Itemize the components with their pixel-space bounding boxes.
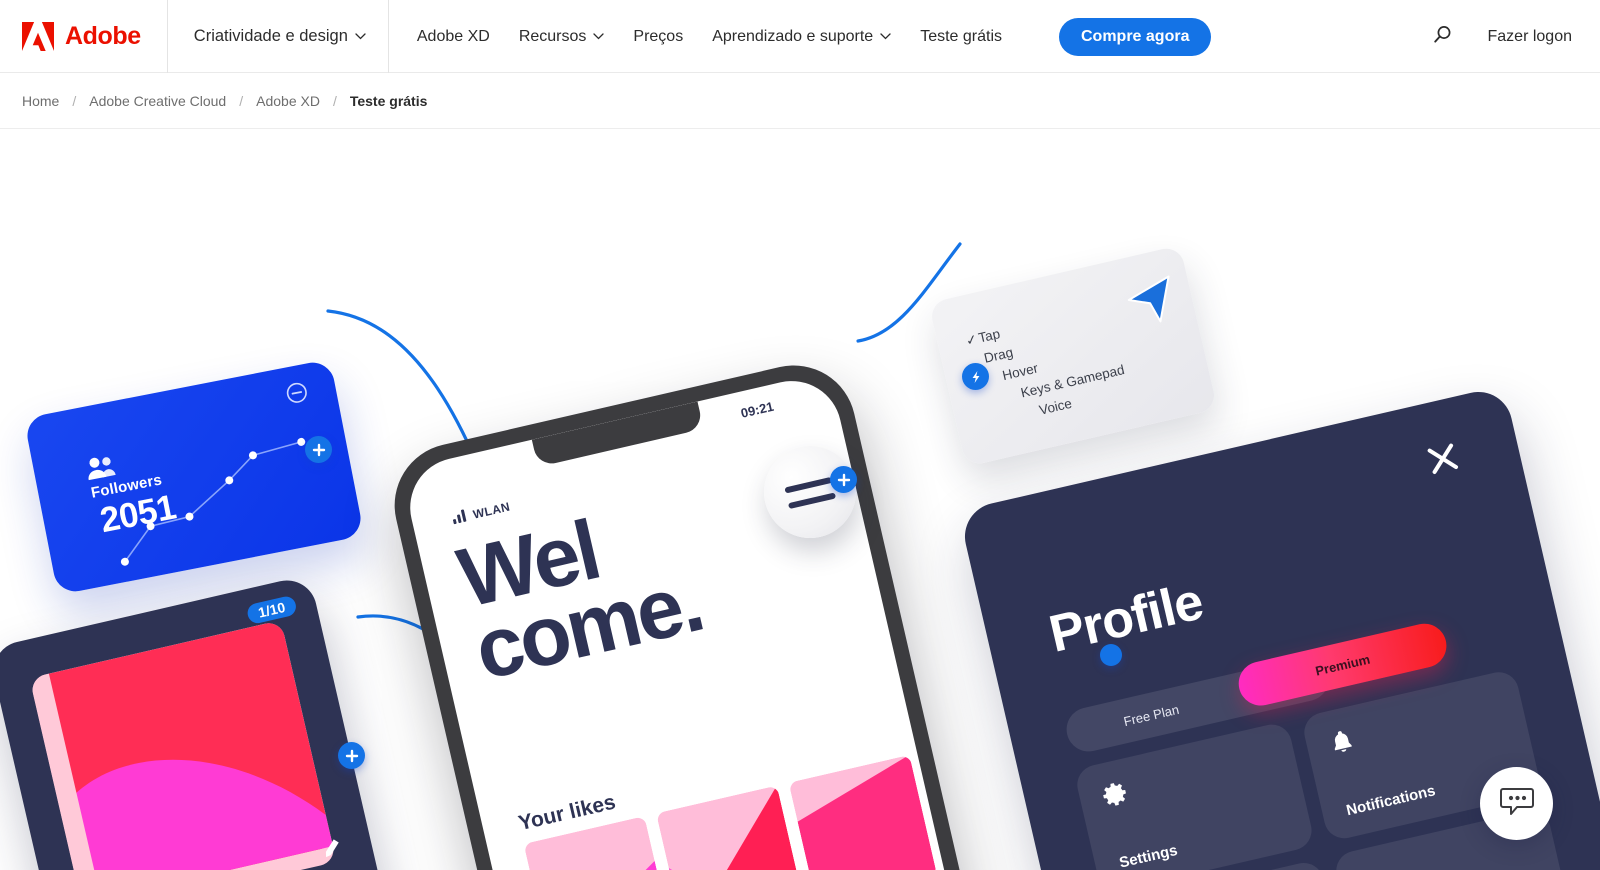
nav-label: Teste grátis xyxy=(920,27,1002,45)
plus-icon xyxy=(837,473,851,487)
adobe-brand-link[interactable]: Adobe xyxy=(0,0,168,73)
tile-label: Settings xyxy=(1117,841,1180,870)
option-label: Drag xyxy=(982,344,1015,366)
nav-utility-group: Fazer logon xyxy=(1429,0,1600,73)
nav-item-adobe-xd[interactable]: Adobe XD xyxy=(416,27,490,45)
hero-stage: Followers 2051 1/10 New Collection Color… xyxy=(0,129,1600,870)
nav-label: Criatividade e design xyxy=(193,27,348,46)
breadcrumb-item-adobe-xd[interactable]: Adobe XD xyxy=(256,93,320,109)
breadcrumb-separator: / xyxy=(332,92,337,109)
hero-illustration: Followers 2051 1/10 New Collection Color… xyxy=(0,129,1600,870)
sign-in-link[interactable]: Fazer logon xyxy=(1488,28,1573,46)
pencil-icon[interactable] xyxy=(319,837,343,861)
nav-item-recursos[interactable]: Recursos xyxy=(518,27,605,45)
like-thumbnail[interactable] xyxy=(656,785,805,870)
phone-headline: Wel come. xyxy=(450,493,710,697)
option-label: Voice xyxy=(1037,395,1074,418)
bell-icon xyxy=(1326,726,1357,757)
option-label: Tap xyxy=(976,326,1002,346)
connector-node-plus[interactable] xyxy=(305,436,332,463)
breadcrumb-item-teste-gratis: Teste grátis xyxy=(349,92,428,109)
nav-secondary-group: Adobe XD Recursos Preços Aprendizado e s… xyxy=(389,0,1212,73)
plus-icon xyxy=(312,443,326,457)
close-x-icon[interactable] xyxy=(1424,440,1462,478)
minus-circle-icon[interactable] xyxy=(284,380,310,406)
nav-item-precos[interactable]: Preços xyxy=(633,27,684,45)
chevron-down-icon xyxy=(355,33,366,40)
connector-endpoint[interactable] xyxy=(1100,644,1122,666)
connector-node-plus[interactable] xyxy=(338,742,365,769)
menu-bar xyxy=(784,476,833,494)
theme-counter-badge: 1/10 xyxy=(245,594,298,626)
nav-label: Preços xyxy=(633,27,684,45)
nav-label: Recursos xyxy=(518,27,587,45)
nav-item-aprendizado-e-suporte[interactable]: Aprendizado e suporte xyxy=(712,27,891,45)
adobe-wordmark: Adobe xyxy=(65,22,141,50)
chat-support-button[interactable] xyxy=(1480,767,1553,840)
network-label: WLAN xyxy=(471,499,512,522)
adobe-logo-icon xyxy=(22,22,54,51)
lightning-bolt-icon xyxy=(969,370,983,384)
theme-artwork xyxy=(29,620,337,870)
nav-item-criatividade-e-design[interactable]: Criatividade e design xyxy=(194,28,366,45)
search-button[interactable] xyxy=(1429,24,1455,50)
nav-label: Aprendizado e suporte xyxy=(712,27,874,45)
breadcrumb-separator: / xyxy=(239,92,244,109)
nav-item-teste-gratis[interactable]: Teste grátis xyxy=(920,27,1002,45)
connector-node-trigger[interactable] xyxy=(962,363,989,390)
search-icon xyxy=(1431,24,1453,49)
buy-now-button[interactable]: Compre agora xyxy=(1059,17,1212,56)
chevron-down-icon xyxy=(880,33,891,40)
breadcrumb-item-adobe-creative-cloud[interactable]: Adobe Creative Cloud xyxy=(89,93,226,109)
chat-bubble-icon xyxy=(1499,787,1534,820)
global-navigation-bar: Adobe Criatividade e design Adobe XD Rec… xyxy=(0,0,1600,73)
chevron-down-icon xyxy=(593,33,605,40)
tile-label: Notifications xyxy=(1344,782,1438,820)
like-thumbnail[interactable] xyxy=(788,754,938,870)
gear-icon xyxy=(1099,779,1130,810)
people-icon xyxy=(1358,865,1389,870)
profile-title: Profile xyxy=(1044,572,1208,664)
status-bar-time: 09:21 xyxy=(739,398,776,421)
menu-bar xyxy=(787,492,837,510)
signal-bars-icon xyxy=(451,508,469,527)
nav-label: Adobe XD xyxy=(416,27,490,45)
nav-primary-group: Criatividade e design xyxy=(168,0,389,73)
breadcrumb-separator: / xyxy=(72,92,77,109)
breadcrumb: Home / Adobe Creative Cloud / Adobe XD /… xyxy=(0,73,1600,129)
breadcrumb-item-home[interactable]: Home xyxy=(22,93,59,109)
connector-node-plus[interactable] xyxy=(830,466,857,493)
plus-icon xyxy=(345,749,359,763)
